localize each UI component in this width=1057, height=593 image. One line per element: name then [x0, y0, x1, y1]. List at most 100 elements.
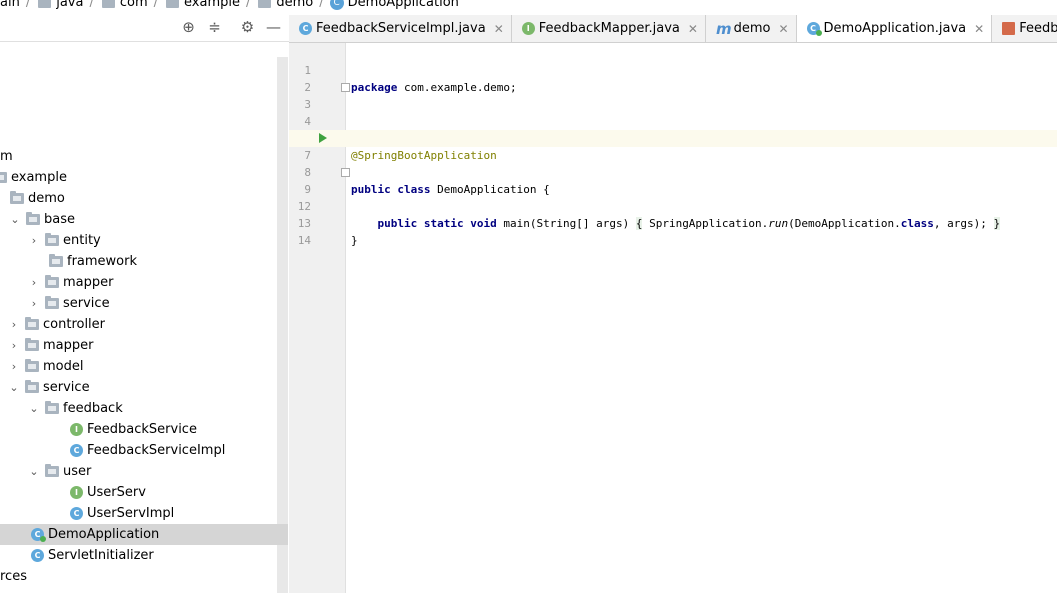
tree-item-label: entity — [63, 233, 101, 248]
tree-item-label: UserServImpl — [87, 506, 175, 521]
crosshair-icon[interactable]: ⊕ — [180, 19, 197, 36]
tree-item-controller[interactable]: › controller — [0, 314, 288, 335]
tab-feedbackmapper-xml[interactable]: FeedbackMapper.x — [992, 15, 1057, 42]
tree-item-model[interactable]: › model — [0, 356, 288, 377]
breadcrumb-label: DemoApplication — [347, 0, 459, 10]
breadcrumb-separator: / — [89, 0, 94, 10]
breadcrumb-separator: / — [245, 0, 251, 10]
breadcrumb-label: example — [184, 0, 240, 10]
run-icon[interactable] — [319, 133, 327, 143]
tree-item-example[interactable]: example — [0, 167, 288, 188]
code-line[interactable]: 9 public static void main(String[] args)… — [289, 164, 1057, 230]
maven-icon: m — [715, 19, 732, 38]
xml-file-icon — [1002, 22, 1016, 35]
fold-icon[interactable] — [341, 83, 350, 92]
folder-icon — [45, 296, 59, 309]
tree-item-label: service — [63, 296, 110, 311]
close-icon[interactable]: ✕ — [974, 22, 984, 36]
tree-item-mapper[interactable]: › mapper — [0, 272, 288, 293]
code-line[interactable]: 5 @SpringBootApplication — [289, 113, 1057, 162]
close-icon[interactable]: ✕ — [688, 22, 698, 36]
tree-item-label: m — [0, 149, 13, 164]
breadcrumb-item-main[interactable]: ain — [0, 0, 20, 10]
code-line[interactable]: 4 — [289, 96, 1057, 128]
tree-item-demo[interactable]: demo — [0, 188, 288, 209]
folder-icon — [258, 0, 272, 8]
close-icon[interactable]: ✕ — [494, 22, 504, 36]
tree-item-label: user — [63, 464, 92, 479]
chevron-down-icon[interactable]: ⌄ — [27, 402, 41, 415]
tree-item-user[interactable]: ⌄ user — [0, 461, 288, 482]
code-line[interactable]: 1 package com.example.demo; — [289, 45, 1057, 94]
code-line[interactable]: 3 import ... — [289, 79, 1057, 145]
breadcrumb-item-java[interactable]: java — [36, 0, 83, 10]
tab-label: demo — [733, 21, 771, 36]
chevron-down-icon[interactable]: ⌄ — [7, 381, 21, 394]
tree-item-label: controller — [43, 317, 106, 332]
breadcrumb-label: java — [56, 0, 84, 10]
tree-item-servletinitializer[interactable]: C ServletInitializer — [0, 545, 288, 566]
fold-icon[interactable] — [341, 168, 350, 177]
editor-tab-bar: C FeedbackServiceImpl.java ✕ I FeedbackM… — [289, 15, 1057, 43]
collapse-all-icon[interactable]: ≑ — [206, 19, 223, 36]
code-line[interactable]: 8 — [289, 147, 1057, 179]
folder-icon — [0, 172, 7, 183]
breadcrumb-separator: / — [319, 0, 324, 10]
folder-icon — [45, 464, 59, 477]
chevron-down-icon[interactable]: ⌄ — [27, 465, 41, 478]
chevron-right-icon[interactable]: › — [27, 234, 41, 247]
folder-icon — [26, 212, 40, 225]
tree-item-label: demo — [28, 191, 65, 206]
spring-app-class-icon: C — [31, 528, 46, 542]
tree-item-resources[interactable]: rces — [0, 566, 288, 587]
chevron-down-icon[interactable]: ⌄ — [8, 213, 22, 226]
breadcrumb-item-demoapplication[interactable]: C DemoApplication — [329, 0, 459, 10]
chevron-right-icon[interactable]: › — [7, 318, 21, 331]
code-editor[interactable]: 1 package com.example.demo; 2 3 import .… — [289, 43, 1057, 593]
code-line[interactable]: 12 — [289, 181, 1057, 213]
chevron-right-icon[interactable]: › — [7, 339, 21, 352]
tree-item-userservimpl[interactable]: C UserServImpl — [0, 503, 288, 524]
code-line[interactable]: 14 — [289, 215, 1057, 247]
tree-item-entity[interactable]: › entity — [0, 230, 288, 251]
tree-item-feedbackservice[interactable]: I FeedbackService — [0, 419, 288, 440]
tree-item-label: UserServ — [87, 485, 146, 500]
code-line[interactable]: 13 } — [289, 198, 1057, 247]
close-icon[interactable]: ✕ — [778, 22, 788, 36]
tree-item-label: mapper — [63, 275, 114, 290]
tab-demo-maven[interactable]: m demo ✕ — [706, 15, 797, 42]
breadcrumb-label: ain — [0, 0, 20, 10]
chevron-right-icon[interactable]: › — [7, 360, 21, 373]
tree-item-service[interactable]: ⌄ service — [0, 377, 288, 398]
breadcrumb-label: com — [119, 0, 148, 10]
tree-item-label: FeedbackServiceImpl — [87, 443, 226, 458]
tree-item-service[interactable]: › service — [0, 293, 288, 314]
class-icon: C — [70, 507, 83, 520]
breadcrumb-item-example[interactable]: example — [164, 0, 240, 10]
code-line[interactable]: 2 — [289, 62, 1057, 94]
tree-item-feedbackserviceimpl[interactable]: C FeedbackServiceImpl — [0, 440, 288, 461]
tab-feedbackserviceimpl[interactable]: C FeedbackServiceImpl.java ✕ — [289, 15, 512, 42]
tree-item-base[interactable]: ⌄ base — [0, 209, 288, 230]
tree-item[interactable]: m — [0, 146, 288, 167]
spring-app-class-icon: C — [806, 22, 822, 36]
chevron-right-icon[interactable]: › — [27, 276, 41, 289]
minimize-icon[interactable]: — — [265, 19, 282, 36]
tree-item-demoapplication[interactable]: C DemoApplication — [0, 524, 288, 545]
tab-label: FeedbackServiceImpl.java — [316, 21, 486, 36]
tab-demoapplication[interactable]: C DemoApplication.java ✕ — [796, 15, 993, 42]
tree-item-label: service — [43, 380, 90, 395]
tree-item-mapper[interactable]: › mapper — [0, 335, 288, 356]
code-line-current[interactable]: 7 public class DemoApplication { — [289, 130, 1057, 196]
breadcrumb-label: demo — [276, 0, 314, 10]
chevron-right-icon[interactable]: › — [27, 297, 41, 310]
breadcrumb-item-demo[interactable]: demo — [256, 0, 313, 10]
folder-icon — [38, 0, 52, 8]
folder-icon — [45, 401, 59, 414]
tab-feedbackmapper[interactable]: I FeedbackMapper.java ✕ — [512, 15, 706, 42]
tree-item-framework[interactable]: framework — [0, 251, 288, 272]
breadcrumb-item-com[interactable]: com — [100, 0, 148, 10]
tree-item-userserv[interactable]: I UserServ — [0, 482, 288, 503]
gear-icon[interactable]: ⚙ — [239, 19, 256, 36]
tree-item-feedback[interactable]: ⌄ feedback — [0, 398, 288, 419]
